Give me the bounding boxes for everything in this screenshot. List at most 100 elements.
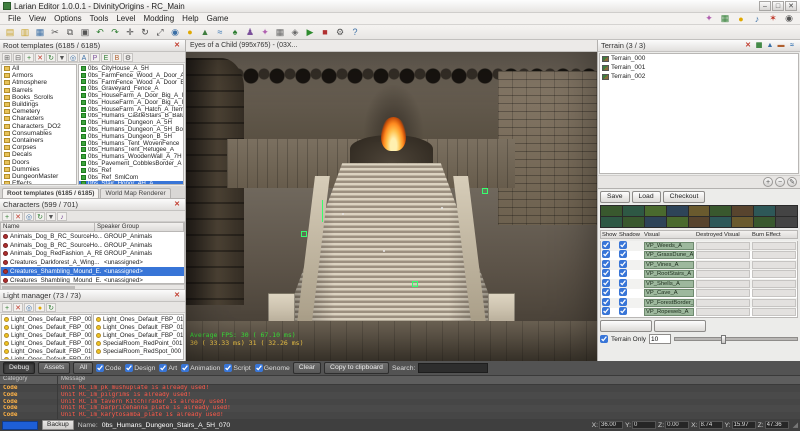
toolbar-icon[interactable]: ↷ [108, 26, 122, 39]
toolbar-icon[interactable]: ↶ [93, 26, 107, 39]
visual-name-chip[interactable]: VP_ForestBorder_B [644, 298, 694, 307]
terrain-footer-button[interactable]: + [763, 177, 773, 187]
burn-effect-cell[interactable] [752, 251, 796, 260]
template-list-item[interactable]: 0bs_Humans_CastleStairs_B_Balustrade_A [79, 113, 183, 119]
panel-tool-icon[interactable]: ▼ [46, 211, 56, 221]
show-checkbox[interactable] [602, 240, 610, 249]
shadow-checkbox[interactable] [619, 297, 627, 306]
template-list-item[interactable]: 0bs_Ref [79, 167, 183, 174]
visual-row[interactable]: VP_GrassDune_A [601, 250, 797, 261]
terrain-item[interactable]: Terrain_001 [600, 63, 798, 72]
tree-item[interactable]: Decals [2, 151, 76, 158]
material-swatch[interactable] [622, 206, 644, 216]
window-control-button[interactable]: – [759, 1, 771, 11]
toolbar-icon[interactable]: ▤ [3, 26, 17, 39]
visual-row[interactable]: VP_ForestBorder_B [601, 297, 797, 308]
material-swatch[interactable] [732, 206, 754, 216]
close-panel-icon[interactable]: ✕ [172, 291, 182, 301]
toolbar-icon[interactable]: ⧉ [63, 26, 77, 39]
tree-item[interactable]: Cemetery [2, 108, 76, 115]
filter-checkbox[interactable] [254, 364, 263, 372]
panel-tool-icon[interactable]: P [90, 52, 100, 62]
panel-tool-icon[interactable]: + [2, 211, 12, 221]
visual-row[interactable]: VP_Ropeweb_A [601, 307, 797, 318]
console-row[interactable]: Code Unit RC_im_karytosamba_plate is alr… [0, 412, 800, 419]
shadow-checkbox[interactable] [619, 307, 627, 316]
light-item[interactable]: Light_Ones_Default_FBP_012 [94, 315, 183, 323]
tree-item[interactable]: Armors [2, 72, 76, 79]
scrollbar-thumb[interactable] [2, 286, 76, 289]
close-panel-icon[interactable]: ✕ [172, 41, 182, 51]
column-header-destroyed-visual[interactable]: Destroyed Visual [695, 232, 751, 238]
characters-hscrollbar[interactable] [0, 284, 185, 290]
toolbar-icon[interactable]: ≈ [213, 26, 227, 39]
visual-row[interactable]: VP_Cave_A [601, 288, 797, 299]
template-list-item[interactable]: 0bs_CityHouse_A_5H [79, 65, 183, 72]
menu-item[interactable]: View [25, 14, 50, 23]
toolbar-icon[interactable]: ? [348, 26, 362, 39]
character-row[interactable]: Animals_Dog_RedFashion_A_RB GROUP_Animal… [1, 250, 184, 259]
tree-item[interactable]: Books_Scrolls [2, 94, 76, 101]
toolbar-icon[interactable]: ◉ [168, 26, 182, 39]
material-swatch[interactable] [601, 217, 622, 227]
material-swatch[interactable] [710, 206, 732, 216]
visual-row[interactable]: VP_RootStairs_A [601, 269, 797, 280]
column-header-shadow[interactable]: Shadow [618, 232, 643, 238]
visual-name-chip[interactable]: VP_Ropeweb_A [644, 308, 694, 317]
brush-size-slider[interactable] [674, 335, 798, 344]
visual-name-chip[interactable]: VP_GrassDune_A [644, 251, 694, 260]
console-row[interactable]: Code Unit RC_im_barpricehanna_plate is a… [0, 405, 800, 413]
toolbar-icon[interactable]: ✂ [48, 26, 62, 39]
template-list-item[interactable]: 0bs_FarmFence_Wood_A_Door_A_B_Item [79, 72, 183, 79]
panel-tool-icon[interactable]: ♪ [57, 211, 67, 221]
material-swatch[interactable] [666, 217, 688, 227]
menubar-icon[interactable]: ● [734, 12, 748, 25]
tree-item[interactable]: Consumables [2, 130, 76, 137]
panel-tool-icon[interactable]: E [101, 52, 111, 62]
toolbar-icon[interactable]: ↻ [138, 26, 152, 39]
visual-name-chip[interactable]: VP_RootStairs_A [644, 270, 694, 279]
material-swatch[interactable] [644, 206, 666, 216]
light-item[interactable]: Light_Ones_Default_FBP_009 [2, 339, 91, 347]
toolbar-icon[interactable]: ⚙ [333, 26, 347, 39]
toolbar-icon[interactable]: ▦ [33, 26, 47, 39]
template-list-item[interactable]: 0bs_Graveyard_Fence_A [79, 85, 183, 92]
light-item[interactable]: Light_Ones_Default_FBP_011 [2, 355, 91, 359]
clear-button[interactable]: Clear [292, 362, 322, 374]
light-item[interactable]: Light_Ones_Default_FBP_014 [94, 331, 183, 339]
template-list-item[interactable]: 0bs_HouseFarm_A_Hatch_A_Item [79, 106, 183, 113]
template-list-item[interactable]: 0bs_HouseFarm_A_Door_Big_A_Item [79, 92, 183, 99]
viewport-caption[interactable]: Eyes of a Child (995x765) - (03X... [186, 40, 597, 52]
destroyed-visual-cell[interactable] [696, 308, 750, 317]
burn-effect-cell[interactable] [752, 298, 796, 307]
console-filter[interactable]: Code [96, 364, 121, 372]
filter-checkbox[interactable] [125, 364, 134, 372]
tree-item[interactable]: DungeonMaster [2, 173, 76, 180]
tab-world-map-renderer[interactable]: World Map Renderer [100, 188, 171, 198]
terrain-footer-button[interactable]: ✎ [787, 177, 797, 187]
terrain-tool-icon[interactable]: ≈ [787, 41, 797, 51]
gizmo-marker[interactable] [481, 187, 488, 194]
terrain-tool-icon[interactable]: ▲ [765, 41, 775, 51]
template-list-item[interactable]: 0bs_HouseFarm_A_Door_Big_A_Item_Destruct [79, 99, 183, 106]
burn-effect-cell[interactable] [752, 241, 796, 250]
panel-tool-icon[interactable]: + [24, 52, 34, 62]
light-item[interactable]: SpecialRoom_RedSpot_000 [94, 347, 183, 355]
tree-item[interactable]: Corpses [2, 144, 76, 151]
tree-item[interactable]: Doors [2, 158, 76, 166]
shadow-checkbox[interactable] [619, 250, 627, 259]
material-swatch[interactable] [666, 206, 688, 216]
column-header-message[interactable]: Message [58, 376, 800, 384]
filter-all-button[interactable]: All [73, 362, 93, 374]
material-swatch[interactable] [688, 206, 710, 216]
panel-tool-icon[interactable]: A [79, 52, 89, 62]
toolbar-icon[interactable]: ⤢ [153, 26, 167, 39]
console-row[interactable]: Code Unit RC_im_pk_mushuplate is already… [0, 385, 800, 392]
material-swatch[interactable] [688, 217, 710, 227]
copy-to-clipboard-button[interactable]: Copy to clipboard [324, 362, 389, 374]
destroyed-visual-cell[interactable] [696, 298, 750, 307]
save-button[interactable]: Save [600, 191, 630, 203]
window-control-button[interactable]: ✕ [785, 1, 797, 11]
coordinate-input[interactable] [764, 421, 789, 429]
panel-tool-icon[interactable]: ◎ [68, 52, 78, 62]
